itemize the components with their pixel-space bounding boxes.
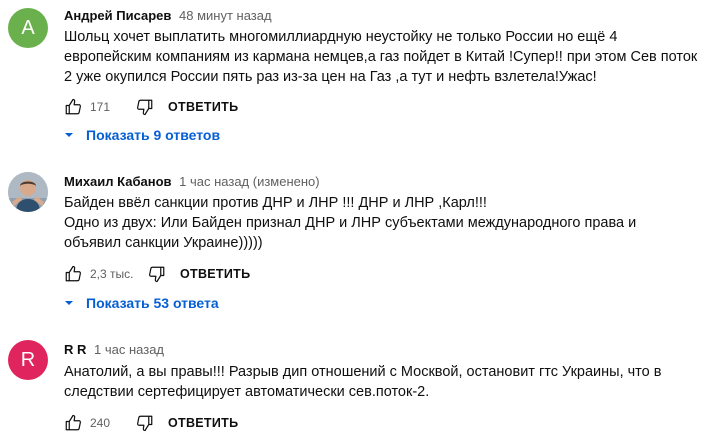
comment-actions: 2,3 тыс. ОТВЕТИТЬ — [64, 262, 250, 286]
comment-actions: 171 ОТВЕТИТЬ — [64, 95, 238, 119]
avatar-letter: R — [20, 349, 36, 371]
thumb-down-icon[interactable] — [136, 98, 154, 116]
reply-button[interactable]: ОТВЕТИТЬ — [168, 100, 238, 114]
show-replies-button[interactable]: Показать 9 ответов — [64, 123, 220, 147]
author-name[interactable]: Андрей Писарев — [64, 8, 171, 23]
author-name[interactable]: R R — [64, 342, 86, 357]
comment-time[interactable]: 1 час назад (изменено) — [179, 174, 319, 189]
avatar-letter: A — [21, 17, 35, 39]
caret-down-icon — [65, 301, 73, 305]
comment-text: Байден ввёл санкции против ДНР и ЛНР !!!… — [64, 195, 637, 251]
comment-header: Михаил Кабанов 1 час назад (изменено) — [64, 174, 320, 189]
avatar[interactable]: R — [8, 340, 48, 380]
like-count: 240 — [90, 416, 111, 430]
like-count: 2,3 тыс. — [90, 267, 134, 281]
thumb-up-icon[interactable] — [64, 265, 82, 283]
show-replies-label: Показать 9 ответов — [86, 127, 221, 143]
comment-time[interactable]: 48 минут назад — [179, 8, 272, 23]
user-photo-icon — [8, 172, 48, 212]
thumb-down-icon[interactable] — [148, 265, 166, 283]
comment-header: R R 1 час назад — [64, 342, 164, 357]
comment-header: Андрей Писарев 48 минут назад — [64, 8, 272, 23]
show-replies-label: Показать 53 ответа — [86, 295, 219, 311]
avatar[interactable] — [8, 172, 48, 212]
avatar[interactable]: A — [8, 8, 48, 48]
like-count: 171 — [90, 100, 111, 114]
thumb-up-icon[interactable] — [64, 98, 82, 116]
comment-time[interactable]: 1 час назад — [94, 342, 164, 357]
caret-down-icon — [65, 133, 73, 137]
reply-button[interactable]: ОТВЕТИТЬ — [168, 416, 238, 430]
comment-text: Анатолий, а вы правы!!! Разрыв дип отнош… — [64, 364, 662, 400]
thumb-down-icon[interactable] — [136, 414, 154, 432]
thumb-up-icon[interactable] — [64, 414, 82, 432]
comment-actions: 240 ОТВЕТИТЬ — [64, 411, 238, 435]
show-replies-button[interactable]: Показать 53 ответа — [64, 291, 219, 315]
reply-button[interactable]: ОТВЕТИТЬ — [180, 267, 250, 281]
comment-text: Шольц хочет выплатить многомиллиардную н… — [64, 29, 698, 85]
author-name[interactable]: Михаил Кабанов — [64, 174, 172, 189]
